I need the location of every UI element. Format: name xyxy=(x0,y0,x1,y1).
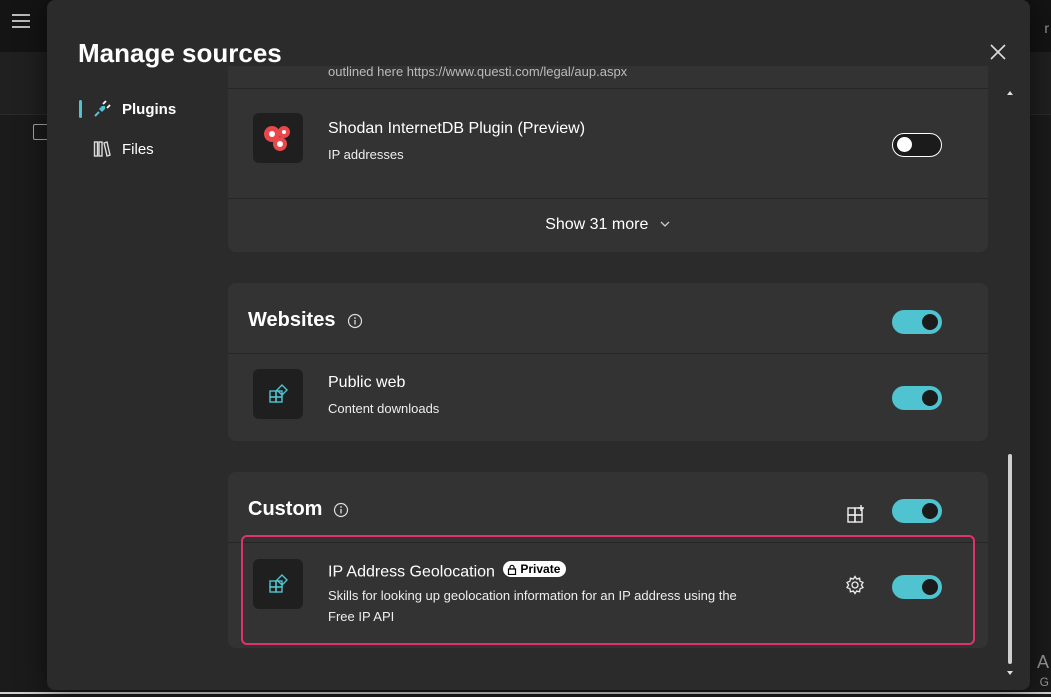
nav-label: Plugins xyxy=(122,100,177,118)
background-divider xyxy=(0,692,1051,694)
show-more-label: Show 31 more xyxy=(545,216,649,233)
nav-item-plugins[interactable]: Plugins xyxy=(79,96,176,122)
scroll-down-arrow-icon[interactable] xyxy=(1005,668,1015,678)
truncated-description: outlined here https://www.questi.com/leg… xyxy=(328,66,628,79)
shodan-plugin-toggle[interactable] xyxy=(892,133,942,157)
nav-label: Files xyxy=(122,140,154,158)
dialog-title: Manage sources xyxy=(78,38,282,68)
sources-nav: Plugins Files xyxy=(79,96,176,176)
divider xyxy=(228,198,988,199)
show-more-button[interactable]: Show 31 more xyxy=(228,216,988,234)
divider xyxy=(228,88,988,89)
background-text: G xyxy=(1039,675,1049,689)
apps-add-icon xyxy=(253,369,303,419)
website-title: Public web xyxy=(328,374,406,391)
plugin-title: Shodan InternetDB Plugin (Preview) xyxy=(328,120,586,137)
websites-card: Websites Public web Content downloads xyxy=(228,283,988,441)
background-text: r xyxy=(1044,20,1049,36)
nav-item-files[interactable]: Files xyxy=(79,136,176,162)
hamburger-menu-icon[interactable] xyxy=(12,14,30,28)
info-icon[interactable] xyxy=(333,502,349,518)
plugin-subtitle: IP addresses xyxy=(328,147,404,162)
chevron-down-icon xyxy=(660,221,670,227)
scroll-up-arrow-icon[interactable] xyxy=(1005,88,1015,98)
sources-list: outlined here https://www.questi.com/leg… xyxy=(228,66,988,690)
websites-toggle[interactable] xyxy=(892,310,942,334)
website-subtitle: Content downloads xyxy=(328,401,440,416)
public-web-toggle[interactable] xyxy=(892,386,942,410)
section-title: Custom xyxy=(248,498,323,520)
section-title: Websites xyxy=(248,309,336,331)
scrollbar-thumb[interactable] xyxy=(1008,454,1012,664)
close-button[interactable] xyxy=(986,40,1010,64)
highlight-box xyxy=(241,535,975,645)
info-icon[interactable] xyxy=(347,313,363,329)
plug-icon xyxy=(92,99,112,119)
active-indicator xyxy=(79,100,82,118)
add-plugin-icon[interactable] xyxy=(846,504,866,524)
background-text: A xyxy=(1036,652,1049,672)
custom-toggle[interactable] xyxy=(892,499,942,523)
divider xyxy=(228,353,988,354)
shodan-logo-icon xyxy=(253,113,303,163)
plugins-card: outlined here https://www.questi.com/leg… xyxy=(228,66,988,252)
close-icon xyxy=(990,44,1006,60)
library-icon xyxy=(92,139,112,159)
manage-sources-dialog: Manage sources Plugins Files outlined he… xyxy=(47,0,1030,690)
